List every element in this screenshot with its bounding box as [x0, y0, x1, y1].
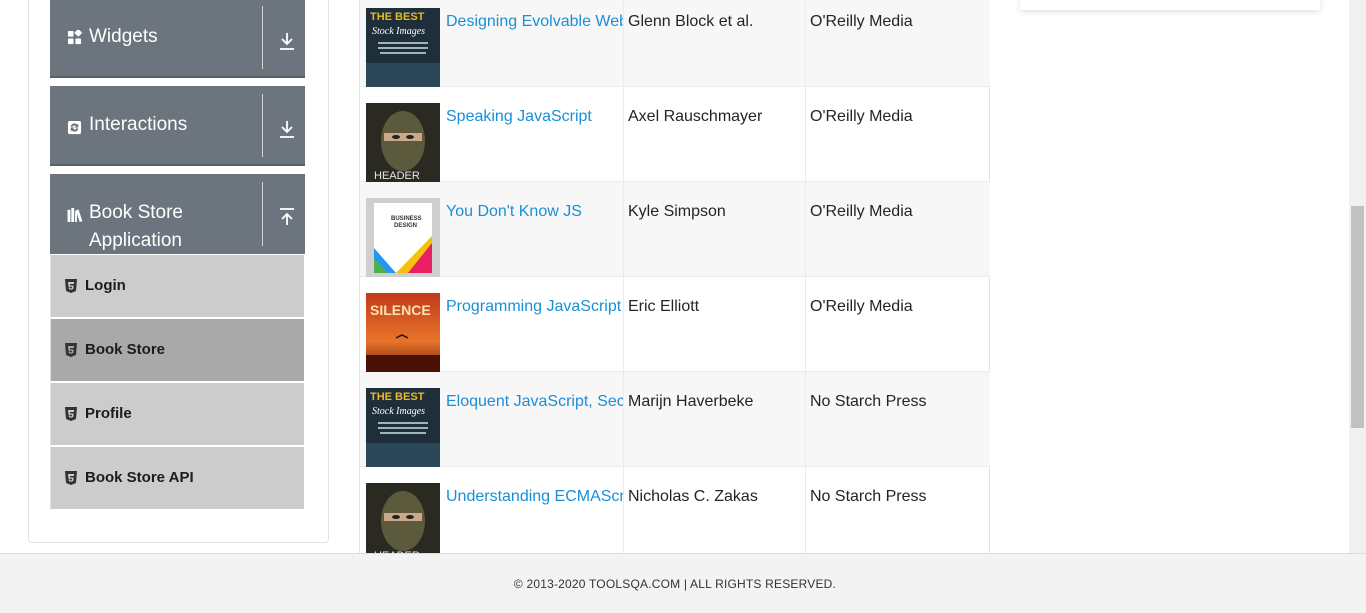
menu-item-book-store-api[interactable]: Book Store API	[50, 446, 305, 510]
book-title-link[interactable]: You Don't Know JS	[445, 182, 624, 277]
cover-cell: SILENCE	[360, 277, 445, 372]
book-publisher: No Starch Press	[810, 488, 927, 505]
book-author: Eric Elliott	[628, 298, 700, 315]
collapse-up-arrow-icon[interactable]	[278, 207, 296, 227]
publisher-cell: No Starch Press	[806, 467, 990, 562]
author-cell: Eric Elliott	[624, 277, 806, 372]
book-author: Glenn Block et al.	[628, 13, 754, 30]
svg-text:THE BEST: THE BEST	[370, 391, 425, 403]
book-author: Nicholas C. Zakas	[628, 488, 758, 505]
author-cell: Marijn Haverbeke	[624, 372, 806, 467]
svg-text:SILENCE: SILENCE	[370, 302, 431, 318]
cover-cell: THE BEST Stock Images	[360, 0, 445, 87]
svg-text:Stock Images: Stock Images	[372, 406, 425, 417]
widgets-icon	[67, 30, 82, 45]
book-title[interactable]: Speaking JavaScript	[445, 87, 623, 126]
books-table: THE BEST Stock Images Designing Evolvabl…	[359, 0, 990, 562]
footer: © 2013-2020 TOOLSQA.COM | ALL RIGHTS RES…	[0, 553, 1366, 613]
table-row: THE BEST Stock Images Designing Evolvabl…	[360, 0, 990, 87]
publisher-cell: O'Reilly Media	[806, 0, 990, 87]
silence-cover-image: SILENCE	[366, 293, 440, 372]
book-author: Marijn Haverbeke	[628, 393, 754, 410]
menu-item-label: Book Store API	[85, 469, 194, 486]
expand-down-arrow-icon[interactable]	[278, 31, 296, 51]
stock-images-cover-image: THE BEST Stock Images	[366, 8, 440, 87]
expand-down-arrow-icon[interactable]	[278, 119, 296, 139]
book-title-link[interactable]: Programming JavaScript Applications	[445, 277, 624, 372]
author-cell: Glenn Block et al.	[624, 0, 806, 87]
header-cover-image: HEADER	[366, 483, 440, 562]
stock-images-cover-image: THE BEST Stock Images	[366, 388, 440, 467]
cover-cell: HEADER	[360, 467, 445, 562]
book-title-link[interactable]: Eloquent JavaScript, Second Edition	[445, 372, 624, 467]
group-title: Book Store Application	[89, 202, 183, 251]
svg-text:BUSINESS: BUSINESS	[391, 216, 422, 222]
publisher-cell: O'Reilly Media	[806, 182, 990, 277]
book-store-menu: Login Book Store Profile Book Store API	[50, 254, 305, 510]
book-publisher: No Starch Press	[810, 393, 927, 410]
book-title[interactable]: Eloquent JavaScript, Second Edition	[445, 372, 623, 411]
group-header-widgets[interactable]: Widgets	[50, 0, 305, 78]
business-design-cover-image: BUSINESS DESIGN	[366, 198, 440, 277]
divider	[262, 6, 263, 69]
menu-item-label: Profile	[85, 405, 132, 422]
svg-text:DESIGN: DESIGN	[394, 223, 417, 229]
book-title[interactable]: Programming JavaScript Applications	[445, 277, 623, 316]
table-row: HEADER Understanding ECMAScript 6 Nichol…	[360, 467, 990, 562]
cover-cell: HEADER	[360, 87, 445, 182]
svg-text:Stock Images: Stock Images	[372, 26, 425, 37]
html5-icon	[65, 343, 77, 357]
group-title: Interactions	[89, 114, 188, 135]
group-header-book-store-application[interactable]: Book Store Application	[50, 174, 305, 254]
book-publisher: O'Reilly Media	[810, 13, 913, 30]
book-title-link[interactable]: Understanding ECMAScript 6	[445, 467, 624, 562]
group-header-interactions[interactable]: Interactions	[50, 86, 305, 166]
html5-icon	[65, 407, 77, 421]
page: Widgets Interactions Book Store Applicat…	[0, 0, 1366, 613]
table-row: SILENCE Programming JavaScript Applicati…	[360, 277, 990, 372]
book-author: Kyle Simpson	[628, 203, 726, 220]
menu-item-login[interactable]: Login	[50, 254, 305, 318]
menu-item-book-store[interactable]: Book Store	[50, 318, 305, 382]
vertical-scrollbar[interactable]	[1349, 0, 1366, 553]
publisher-cell: O'Reilly Media	[806, 277, 990, 372]
book-author: Axel Rauschmayer	[628, 108, 763, 125]
svg-text:HEADER: HEADER	[374, 170, 420, 182]
author-cell: Nicholas C. Zakas	[624, 467, 806, 562]
copyright-text: © 2013-2020 TOOLSQA.COM | ALL RIGHTS RES…	[513, 577, 837, 591]
html5-icon	[65, 471, 77, 485]
table-row: THE BEST Stock Images Eloquent JavaScrip…	[360, 372, 990, 467]
html5-icon	[65, 279, 77, 293]
book-title[interactable]: Designing Evolvable Web APIs with ASP.NE…	[445, 0, 623, 31]
interactions-icon	[67, 120, 82, 135]
cover-cell: BUSINESS DESIGN	[360, 182, 445, 277]
book-publisher: O'Reilly Media	[810, 203, 913, 220]
author-cell: Axel Rauschmayer	[624, 87, 806, 182]
divider	[262, 182, 263, 246]
scrollbar-thumb[interactable]	[1351, 206, 1364, 428]
menu-item-label: Login	[85, 277, 126, 294]
svg-text:THE BEST: THE BEST	[370, 11, 425, 23]
books-icon	[67, 207, 83, 222]
book-publisher: O'Reilly Media	[810, 298, 913, 315]
menu-item-profile[interactable]: Profile	[50, 382, 305, 446]
publisher-cell: No Starch Press	[806, 372, 990, 467]
table-row: HEADER Speaking JavaScript Axel Rauschma…	[360, 87, 990, 182]
cover-cell: THE BEST Stock Images	[360, 372, 445, 467]
book-title-link[interactable]: Designing Evolvable Web APIs with ASP.NE…	[445, 0, 624, 87]
book-publisher: O'Reilly Media	[810, 108, 913, 125]
publisher-cell: O'Reilly Media	[806, 87, 990, 182]
header-cover-image: HEADER	[366, 103, 440, 182]
book-title[interactable]: You Don't Know JS	[445, 182, 623, 221]
divider	[262, 94, 263, 157]
group-title: Widgets	[89, 26, 158, 47]
ad-card	[1020, 0, 1320, 10]
book-title[interactable]: Understanding ECMAScript 6	[445, 467, 623, 506]
menu-item-label: Book Store	[85, 341, 166, 358]
author-cell: Kyle Simpson	[624, 182, 806, 277]
book-title-link[interactable]: Speaking JavaScript	[445, 87, 624, 182]
table-row: BUSINESS DESIGN You Don't Know JS Kyle S…	[360, 182, 990, 277]
